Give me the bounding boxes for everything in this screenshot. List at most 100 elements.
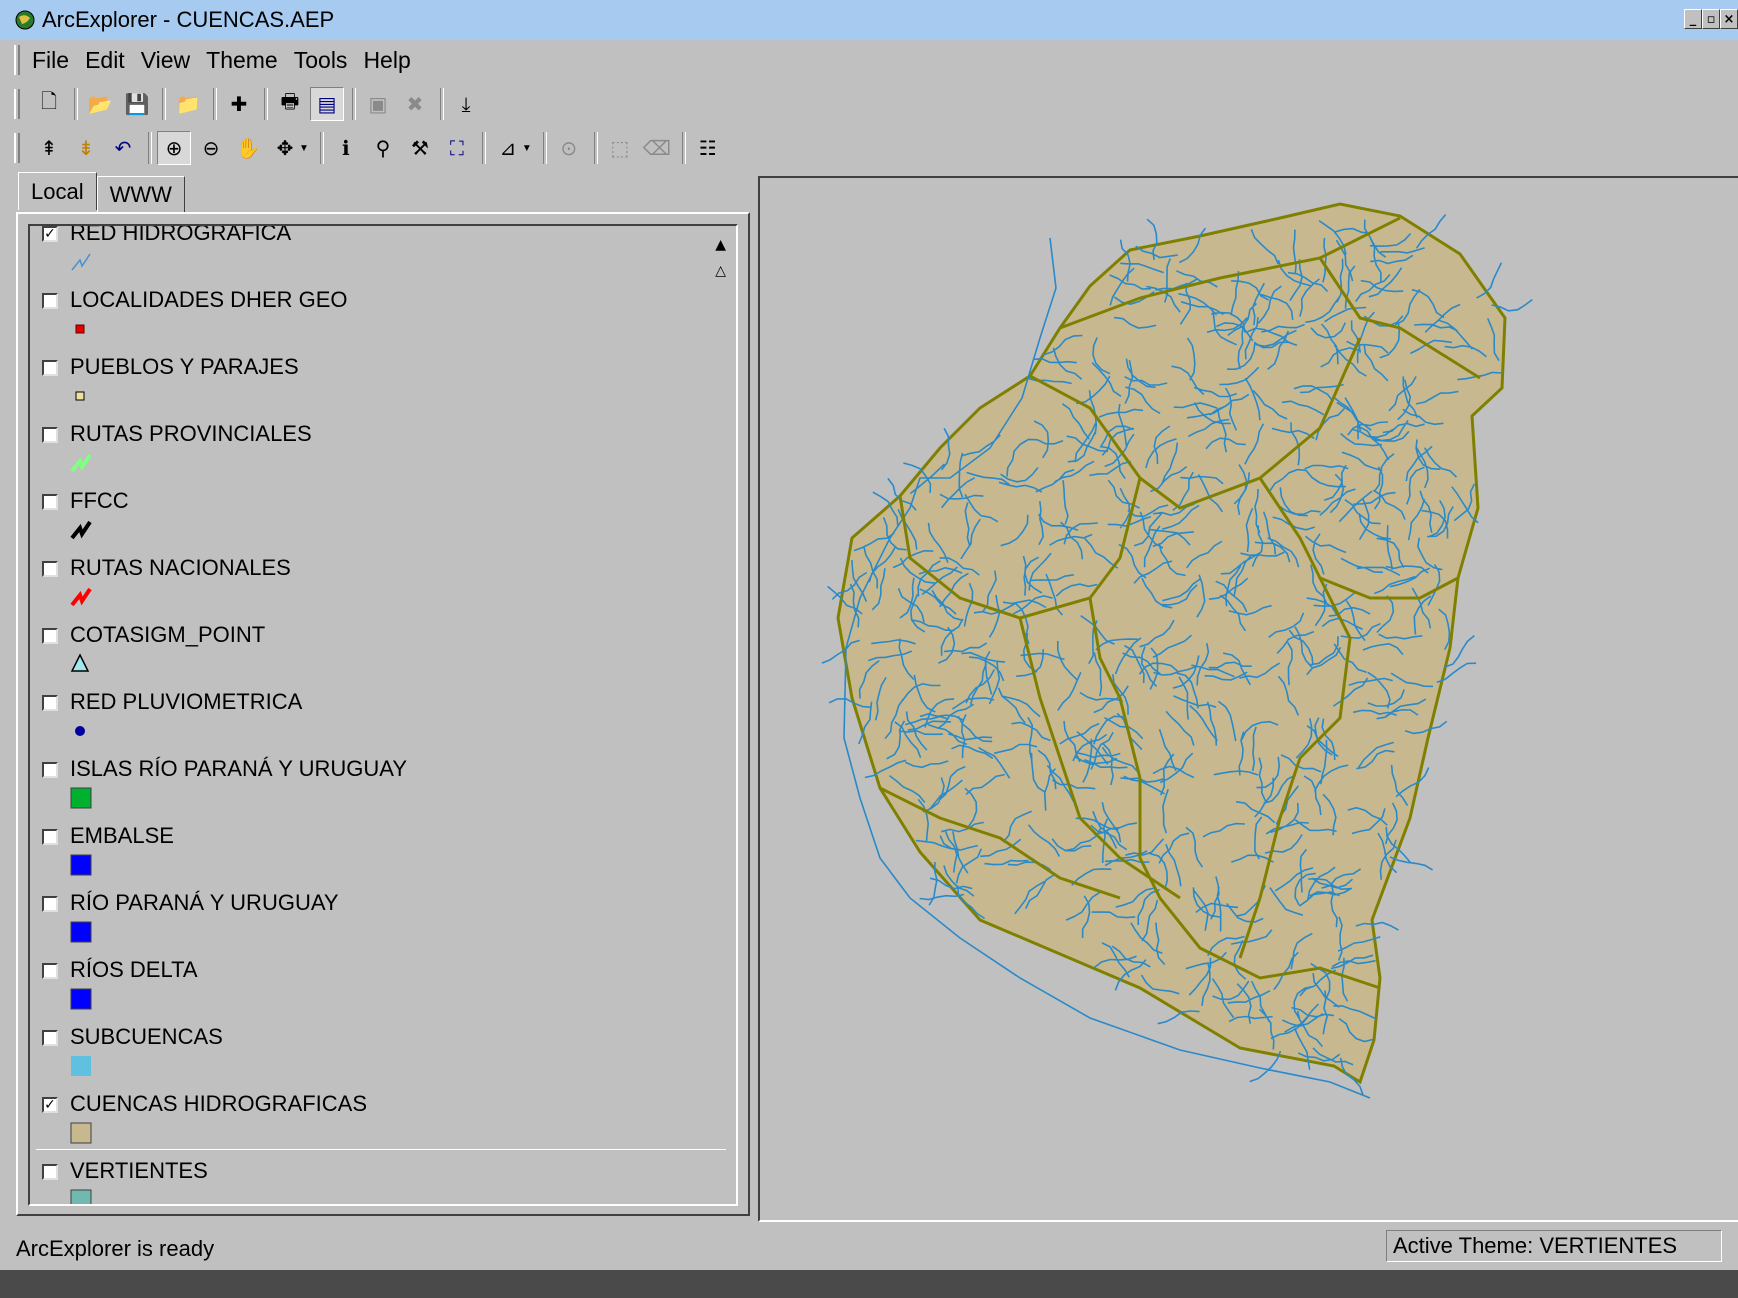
menu-tools[interactable]: Tools [294,47,348,74]
title-bar: ArcExplorer - CUENCAS.AEP _ ▫ × [0,0,1738,40]
pan-dropdown-arrow-icon[interactable]: ▼ [299,143,309,154]
scroll-up-icon[interactable]: ▲ [715,232,726,258]
select-features-button[interactable]: ⛶ [440,131,474,165]
legend-scroll-arrows: ▲ △ [715,232,726,284]
theme-visibility-checkbox[interactable] [42,829,58,845]
theme-row[interactable]: RUTAS PROVINCIALES [36,413,726,480]
buffer-button[interactable]: ⊙ [552,131,586,165]
theme-row[interactable]: COTASIGM_POINT [36,614,726,681]
properties-button[interactable]: ☷ [691,131,725,165]
clear-selection-button[interactable]: ⌫ [640,131,674,165]
theme-visibility-checkbox[interactable] [42,762,58,778]
menu-grip[interactable] [14,45,20,75]
save-project-button[interactable]: 💾 [120,87,154,121]
theme-row[interactable]: ✓ CUENCAS HIDROGRAFICAS [36,1083,726,1150]
pan-button[interactable]: ✋ [231,131,265,165]
find-button[interactable]: ⚲ [366,131,400,165]
theme-row[interactable]: RÍOS DELTA [36,949,726,1016]
query-builder-button[interactable]: ⚒ [403,131,437,165]
pan-direction-button[interactable]: ✥ [268,131,302,165]
query-builder-icon: ⚒ [410,136,429,160]
status-bar: ArcExplorer is ready Active Theme: VERTI… [0,1228,1738,1268]
theme-visibility-checkbox[interactable] [42,494,58,510]
theme-row[interactable]: FFCC [36,480,726,547]
theme-visibility-checkbox[interactable] [42,695,58,711]
theme-visibility-checkbox[interactable] [42,963,58,979]
full-extent-button[interactable]: ⇞ [32,131,66,165]
theme-row[interactable]: EMBALSE [36,815,726,882]
scroll-down-icon[interactable]: △ [715,258,726,284]
toolbar-grip[interactable] [14,133,20,163]
menu-theme[interactable]: Theme [206,47,278,74]
open-project-icon: 📂 [87,92,113,116]
theme-row[interactable]: PUEBLOS Y PARAJES [36,346,726,413]
previous-extent-button[interactable]: ↶ [106,131,140,165]
theme-visibility-checkbox[interactable] [42,1164,58,1180]
toolbar-separator [481,132,486,164]
menu-view[interactable]: View [141,47,190,74]
open-folder-button[interactable]: 📁 [171,87,205,121]
map-view[interactable] [758,176,1738,1222]
print-button[interactable]: 🖶 [273,87,307,121]
legend-toggle-button[interactable]: ▤ [310,87,344,121]
theme-row[interactable]: SUBCUENCAS [36,1016,726,1083]
tab-local[interactable]: Local [18,172,97,210]
menu-file[interactable]: File [32,47,69,74]
buffer-icon: ⊙ [560,136,578,160]
toolbar-grip[interactable] [14,89,20,119]
theme-visibility-checkbox[interactable] [42,293,58,309]
theme-visibility-checkbox[interactable]: ✓ [42,1097,58,1113]
theme-symbol-icon [75,391,85,401]
theme-row[interactable]: RED PLUVIOMETRICA [36,681,726,748]
zoom-out-button[interactable]: ⊖ [194,131,228,165]
print-icon: 🖶 [280,89,300,113]
theme-row[interactable]: VERTIENTES [36,1149,726,1204]
measure-dropdown-arrow-icon[interactable]: ▼ [522,143,532,154]
measure-button[interactable]: ⊿ [491,131,525,165]
clear-selection-icon: ⌫ [642,136,671,160]
maximize-button[interactable]: ▫ [1702,9,1720,29]
theme-name: EMBALSE [70,823,174,848]
add-theme-button[interactable]: ✚ [222,87,256,121]
stop-button[interactable]: ✖ [398,87,432,121]
map-canvas[interactable] [760,178,1738,1222]
identify-button[interactable]: ℹ [329,131,363,165]
close-button[interactable]: × [1720,9,1738,29]
toolbar-separator [162,88,166,120]
theme-visibility-checkbox[interactable] [42,896,58,912]
menu-edit[interactable]: Edit [85,47,125,74]
theme-visibility-checkbox[interactable]: ✓ [42,226,58,242]
new-project-icon: 🗋 [40,89,58,113]
theme-row[interactable]: RÍO PARANÁ Y URUGUAY [36,882,726,949]
theme-name: PUEBLOS Y PARAJES [70,354,299,379]
theme-visibility-checkbox[interactable] [42,628,58,644]
toolbar-separator [213,88,217,120]
zoom-active-theme-button[interactable]: ⇟ [69,131,103,165]
toolbar-separator [542,132,547,164]
zoom-out-icon: ⊖ [202,136,220,160]
theme-visibility-checkbox[interactable] [42,561,58,577]
theme-row[interactable]: LOCALIDADES DHER GEO [36,279,726,346]
status-message: ArcExplorer is ready [16,1236,215,1261]
theme-visibility-checkbox[interactable] [42,360,58,376]
copy-map-button[interactable]: ▣ [361,87,395,121]
minimize-button[interactable]: _ [1684,9,1702,29]
open-project-button[interactable]: 📂 [83,87,117,121]
stop-icon: ✖ [406,92,424,116]
catalog-tabs: Local WWW [18,172,185,212]
theme-visibility-checkbox[interactable] [42,1030,58,1046]
theme-name: FFCC [70,488,129,513]
menu-help[interactable]: Help [363,47,410,74]
legend-panel[interactable]: ✓ RED HIDROGRAFICA LOCALIDADES DHER GEO PUE… [28,224,738,1206]
theme-symbol-icon [70,787,92,809]
new-project-button[interactable]: 🗋 [32,87,66,121]
theme-visibility-checkbox[interactable] [42,427,58,443]
export-button[interactable]: ⤓ [449,87,483,121]
theme-name: CUENCAS HIDROGRAFICAS [70,1091,368,1116]
tab-www[interactable]: WWW [96,176,185,212]
theme-row[interactable]: RUTAS NACIONALES [36,547,726,614]
select-by-shape-button[interactable]: ⬚ [603,131,637,165]
theme-row[interactable]: ISLAS RÍO PARANÁ Y URUGUAY [36,748,726,815]
theme-row[interactable]: ✓ RED HIDROGRAFICA [36,226,726,279]
zoom-in-button[interactable]: ⊕ [157,131,191,165]
